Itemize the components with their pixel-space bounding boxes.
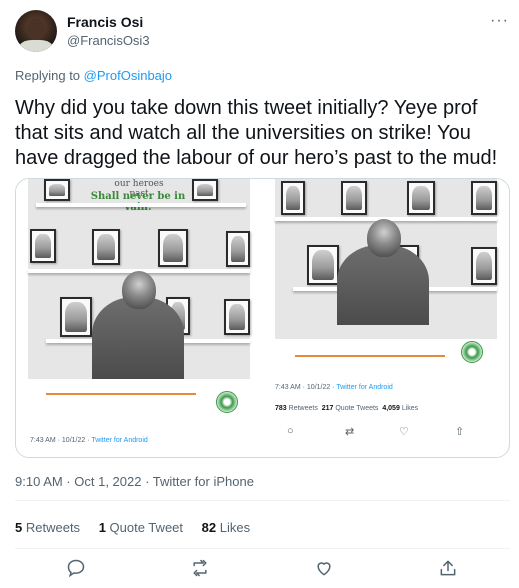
media-right-stats: 783 Retweets 217 Quote Tweets 4,059 Like… bbox=[275, 405, 419, 412]
retweets-stat[interactable]: 5 Retweets bbox=[15, 520, 80, 535]
quote-tweets-stat[interactable]: 1 Quote Tweet bbox=[99, 520, 183, 535]
replying-to-link[interactable]: @ProfOsinbajo bbox=[84, 68, 172, 83]
author-name[interactable]: Francis Osi bbox=[67, 14, 143, 30]
man-head bbox=[367, 219, 401, 257]
man-head bbox=[122, 271, 156, 309]
replying-prefix: Replying to bbox=[15, 68, 81, 83]
tweet-media[interactable]: our heroes past Shall never be in vain. … bbox=[15, 178, 510, 458]
hero-portrait bbox=[30, 229, 56, 263]
retweet-icon: ⇄ bbox=[345, 426, 355, 438]
hero-portrait bbox=[60, 297, 92, 337]
media-image-left[interactable]: our heroes past Shall never be in vain. … bbox=[16, 179, 261, 457]
coat-of-arms-icon bbox=[461, 341, 483, 363]
like-icon bbox=[317, 562, 331, 576]
retweet-icon bbox=[193, 559, 207, 577]
author-handle[interactable]: @FrancisOsi3 bbox=[67, 33, 150, 48]
man-figure bbox=[92, 297, 184, 379]
hero-portrait bbox=[471, 181, 497, 215]
hero-portrait bbox=[307, 245, 339, 285]
hero-portrait bbox=[341, 181, 367, 215]
hero-portrait bbox=[192, 179, 218, 201]
share-button[interactable] bbox=[438, 558, 462, 582]
replying-to: Replying to @ProfOsinbajo bbox=[15, 68, 172, 83]
avatar-shirt bbox=[19, 40, 53, 52]
likes-stat[interactable]: 82 Likes bbox=[202, 520, 250, 535]
floor-line bbox=[46, 393, 196, 395]
floor-line bbox=[295, 355, 445, 357]
coat-of-arms-icon bbox=[216, 391, 238, 413]
reply-icon bbox=[67, 559, 85, 578]
tweet-stats: 5 Retweets 1 Quote Tweet 82 Likes bbox=[15, 520, 265, 535]
hero-portrait bbox=[224, 299, 250, 335]
tweet-timestamp[interactable]: 9:10 AM · Oct 1, 2022 · Twitter for iPho… bbox=[15, 474, 254, 489]
media-image-right[interactable]: 7:43 AM · 10/1/22 · Twitter for Android … bbox=[265, 179, 509, 457]
more-icon[interactable]: ··· bbox=[490, 12, 509, 30]
hero-portrait bbox=[471, 247, 497, 285]
avatar[interactable] bbox=[15, 10, 57, 52]
hero-portrait bbox=[158, 229, 188, 267]
retweet-button[interactable] bbox=[190, 558, 214, 582]
hero-portrait bbox=[226, 231, 250, 267]
hero-portrait bbox=[281, 181, 305, 215]
hero-portrait bbox=[44, 179, 70, 201]
tweet-text: Why did you take down this tweet initial… bbox=[15, 97, 498, 169]
divider bbox=[15, 548, 510, 549]
like-button[interactable] bbox=[314, 558, 338, 582]
hero-portrait bbox=[407, 181, 435, 215]
reply-button[interactable] bbox=[66, 558, 90, 582]
media-right-meta: 7:43 AM · 10/1/22 · Twitter for Android bbox=[275, 384, 393, 391]
hero-portrait bbox=[92, 229, 120, 265]
shelf bbox=[36, 203, 246, 207]
share-icon bbox=[440, 560, 456, 576]
share-icon: ⇧ bbox=[455, 426, 465, 438]
reply-icon: ○ bbox=[287, 425, 294, 437]
media-left-meta: 7:43 AM · 10/1/22 · Twitter for Android bbox=[30, 437, 148, 444]
divider bbox=[15, 500, 510, 501]
avatar-face bbox=[27, 18, 45, 40]
heroes-heading-line2: Shall never be in vain. bbox=[90, 191, 186, 213]
man-figure bbox=[337, 245, 429, 325]
like-icon: ♡ bbox=[399, 426, 409, 438]
